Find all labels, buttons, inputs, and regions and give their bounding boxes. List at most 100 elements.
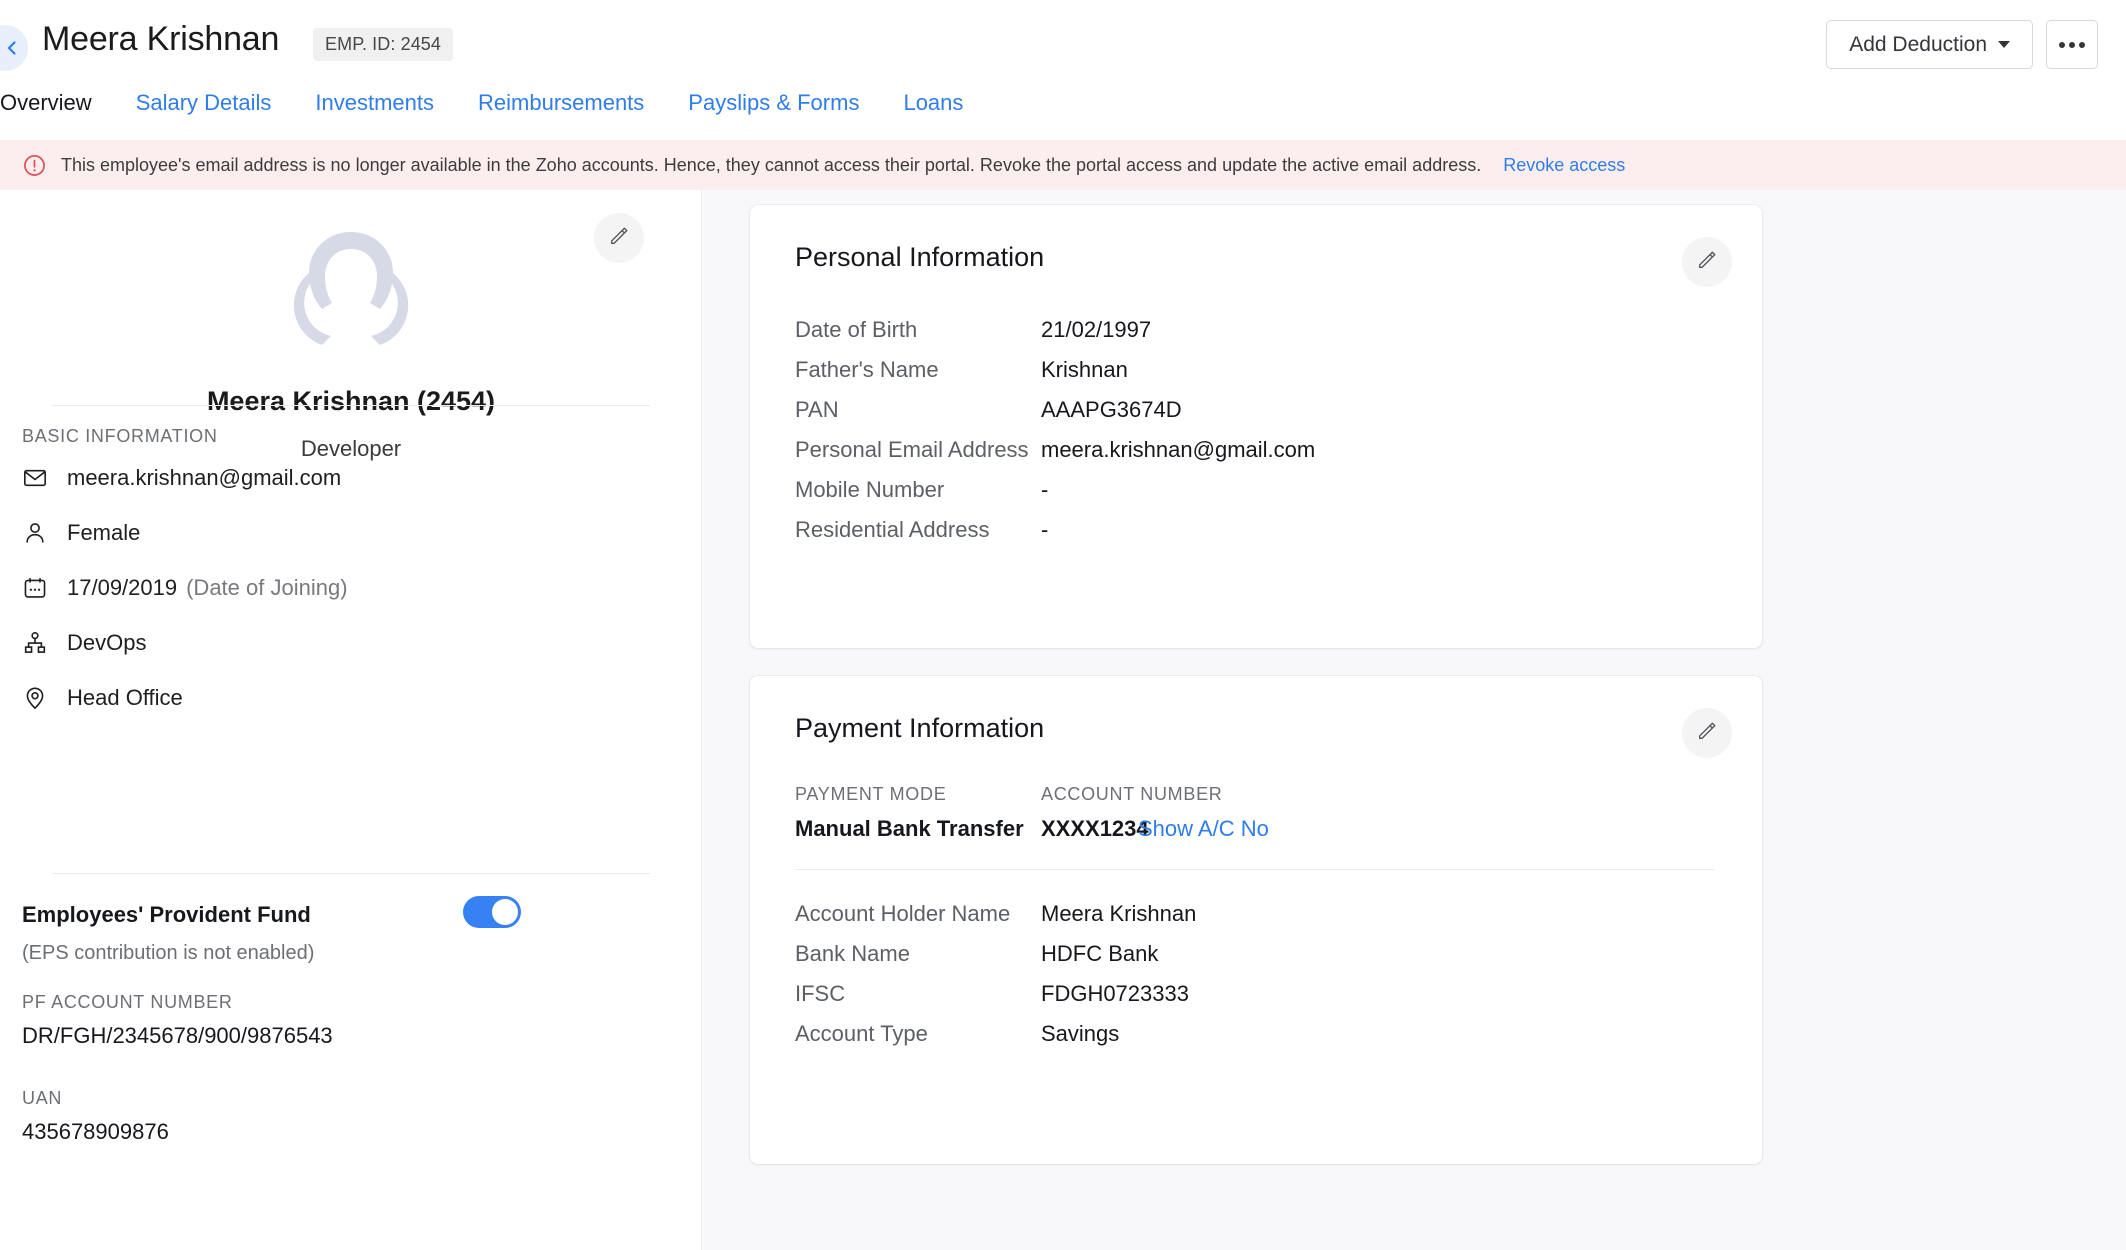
chevron-left-icon <box>0 39 21 57</box>
user-icon <box>22 520 54 546</box>
basic-information-list: meera.krishnan@gmail.com Female <box>22 458 348 733</box>
account-number-value: XXXX1234 <box>1041 816 1149 842</box>
employee-id-badge: EMP. ID: 2454 <box>313 28 453 61</box>
tab-payslips-forms[interactable]: Payslips & Forms <box>688 88 859 130</box>
pf-account-number-value: DR/FGH/2345678/900/9876543 <box>22 1023 333 1049</box>
edit-payment-information-button[interactable] <box>1682 708 1732 758</box>
personal-information-title: Personal Information <box>795 242 1044 273</box>
date-of-joining-value: 17/09/2019 <box>67 575 177 601</box>
epf-title: Employees' Provident Fund <box>22 902 311 928</box>
pan-label: PAN <box>795 397 1041 423</box>
account-holder-name-label: Account Holder Name <box>795 901 1041 927</box>
uan-label: UAN <box>22 1088 62 1109</box>
tab-salary-details[interactable]: Salary Details <box>136 88 272 130</box>
payment-card-divider <box>795 869 1715 870</box>
gender-value: Female <box>67 520 140 546</box>
employee-detail-page: Meera Krishnan EMP. ID: 2454 Add Deducti… <box>0 0 2126 1250</box>
list-item: meera.krishnan@gmail.com <box>22 458 348 498</box>
show-account-number-link[interactable]: Show A/C No <box>1138 816 1269 842</box>
header-actions: Add Deduction <box>1826 20 2098 69</box>
account-type-value: Savings <box>1041 1021 1119 1047</box>
table-row: Residential Address - <box>795 517 1725 543</box>
fathers-name-label: Father's Name <box>795 357 1041 383</box>
basic-information-label: BASIC INFORMATION <box>22 426 218 447</box>
employee-name: Meera Krishnan (2454) <box>0 386 702 417</box>
date-of-birth-label: Date of Birth <box>795 317 1041 343</box>
location-pin-icon <box>22 685 54 711</box>
table-row: Bank Name HDFC Bank <box>795 941 1725 967</box>
ellipsis-icon <box>2079 42 2085 48</box>
list-item: Head Office <box>22 678 348 718</box>
tab-overview[interactable]: Overview <box>0 88 92 130</box>
residential-address-value: - <box>1041 517 1048 543</box>
mobile-number-value: - <box>1041 477 1048 503</box>
list-item: 17/09/2019 (Date of Joining) <box>22 568 348 608</box>
mobile-number-label: Mobile Number <box>795 477 1041 503</box>
list-item: DevOps <box>22 623 348 663</box>
pan-value: AAAPG3674D <box>1041 397 1182 423</box>
date-of-birth-value: 21/02/1997 <box>1041 317 1151 343</box>
pencil-icon <box>1696 249 1718 276</box>
page-header: Meera Krishnan EMP. ID: 2454 Add Deducti… <box>0 0 2126 88</box>
table-row: Father's Name Krishnan <box>795 357 1725 383</box>
date-of-joining-label: (Date of Joining) <box>186 575 347 601</box>
department-value: DevOps <box>67 630 146 656</box>
pencil-icon <box>608 225 630 252</box>
ifsc-label: IFSC <box>795 981 1041 1007</box>
page-title: Meera Krishnan <box>42 20 279 59</box>
mail-icon <box>22 465 54 491</box>
payment-mode-value: Manual Bank Transfer <box>795 816 1024 842</box>
epf-note: (EPS contribution is not enabled) <box>22 942 314 965</box>
edit-profile-button[interactable] <box>594 213 644 263</box>
email-value: meera.krishnan@gmail.com <box>67 465 341 491</box>
list-item: Female <box>22 513 348 553</box>
sidebar-divider-2 <box>52 873 650 874</box>
sidebar-divider-1 <box>52 405 650 406</box>
account-type-label: Account Type <box>795 1021 1041 1047</box>
alert-circle-icon <box>22 153 47 178</box>
epf-toggle-knob <box>492 899 518 925</box>
personal-email-value: meera.krishnan@gmail.com <box>1041 437 1315 463</box>
epf-toggle[interactable] <box>463 896 521 928</box>
avatar <box>287 218 415 346</box>
residential-address-label: Residential Address <box>795 517 1041 543</box>
uan-value: 435678909876 <box>22 1119 169 1145</box>
main-content: Personal Information Date of Birth 21/02… <box>703 190 2126 1250</box>
pf-account-number-label: PF ACCOUNT NUMBER <box>22 992 233 1013</box>
org-chart-icon <box>22 630 54 656</box>
alert-message: This employee's email address is no long… <box>61 155 1481 176</box>
revoke-access-link[interactable]: Revoke access <box>1503 155 1625 176</box>
pencil-icon <box>1696 720 1718 747</box>
tab-investments[interactable]: Investments <box>315 88 434 130</box>
chevron-down-icon <box>1998 41 2010 48</box>
portal-access-alert: This employee's email address is no long… <box>0 140 2126 190</box>
ifsc-value: FDGH0723333 <box>1041 981 1189 1007</box>
calendar-icon <box>22 575 54 601</box>
table-row: Date of Birth 21/02/1997 <box>795 317 1725 343</box>
add-deduction-label: Add Deduction <box>1849 33 1987 57</box>
payment-information-title: Payment Information <box>795 713 1044 744</box>
table-row: PAN AAAPG3674D <box>795 397 1725 423</box>
profile-sidebar: Meera Krishnan (2454) Developer BASIC IN… <box>0 190 702 1250</box>
personal-email-label: Personal Email Address <box>795 437 1041 463</box>
table-row: Account Type Savings <box>795 1021 1725 1047</box>
location-value: Head Office <box>67 685 183 711</box>
tab-reimbursements[interactable]: Reimbursements <box>478 88 644 130</box>
payment-information-card: Payment Information PAYMENT MODE Manual … <box>750 676 1762 1164</box>
payment-mode-label: PAYMENT MODE <box>795 784 946 805</box>
table-row: Mobile Number - <box>795 477 1725 503</box>
back-button[interactable] <box>0 25 28 71</box>
personal-information-card: Personal Information Date of Birth 21/02… <box>750 205 1762 648</box>
ellipsis-icon <box>2059 42 2065 48</box>
table-row: Personal Email Address meera.krishnan@gm… <box>795 437 1725 463</box>
edit-personal-information-button[interactable] <box>1682 237 1732 287</box>
page-body: Meera Krishnan (2454) Developer BASIC IN… <box>0 190 2126 1250</box>
table-row: Account Holder Name Meera Krishnan <box>795 901 1725 927</box>
tab-loans[interactable]: Loans <box>903 88 963 130</box>
bank-name-label: Bank Name <box>795 941 1041 967</box>
account-holder-name-value: Meera Krishnan <box>1041 901 1196 927</box>
more-options-button[interactable] <box>2046 20 2098 69</box>
add-deduction-button[interactable]: Add Deduction <box>1826 20 2033 69</box>
account-number-label: ACCOUNT NUMBER <box>1041 784 1222 805</box>
fathers-name-value: Krishnan <box>1041 357 1128 383</box>
